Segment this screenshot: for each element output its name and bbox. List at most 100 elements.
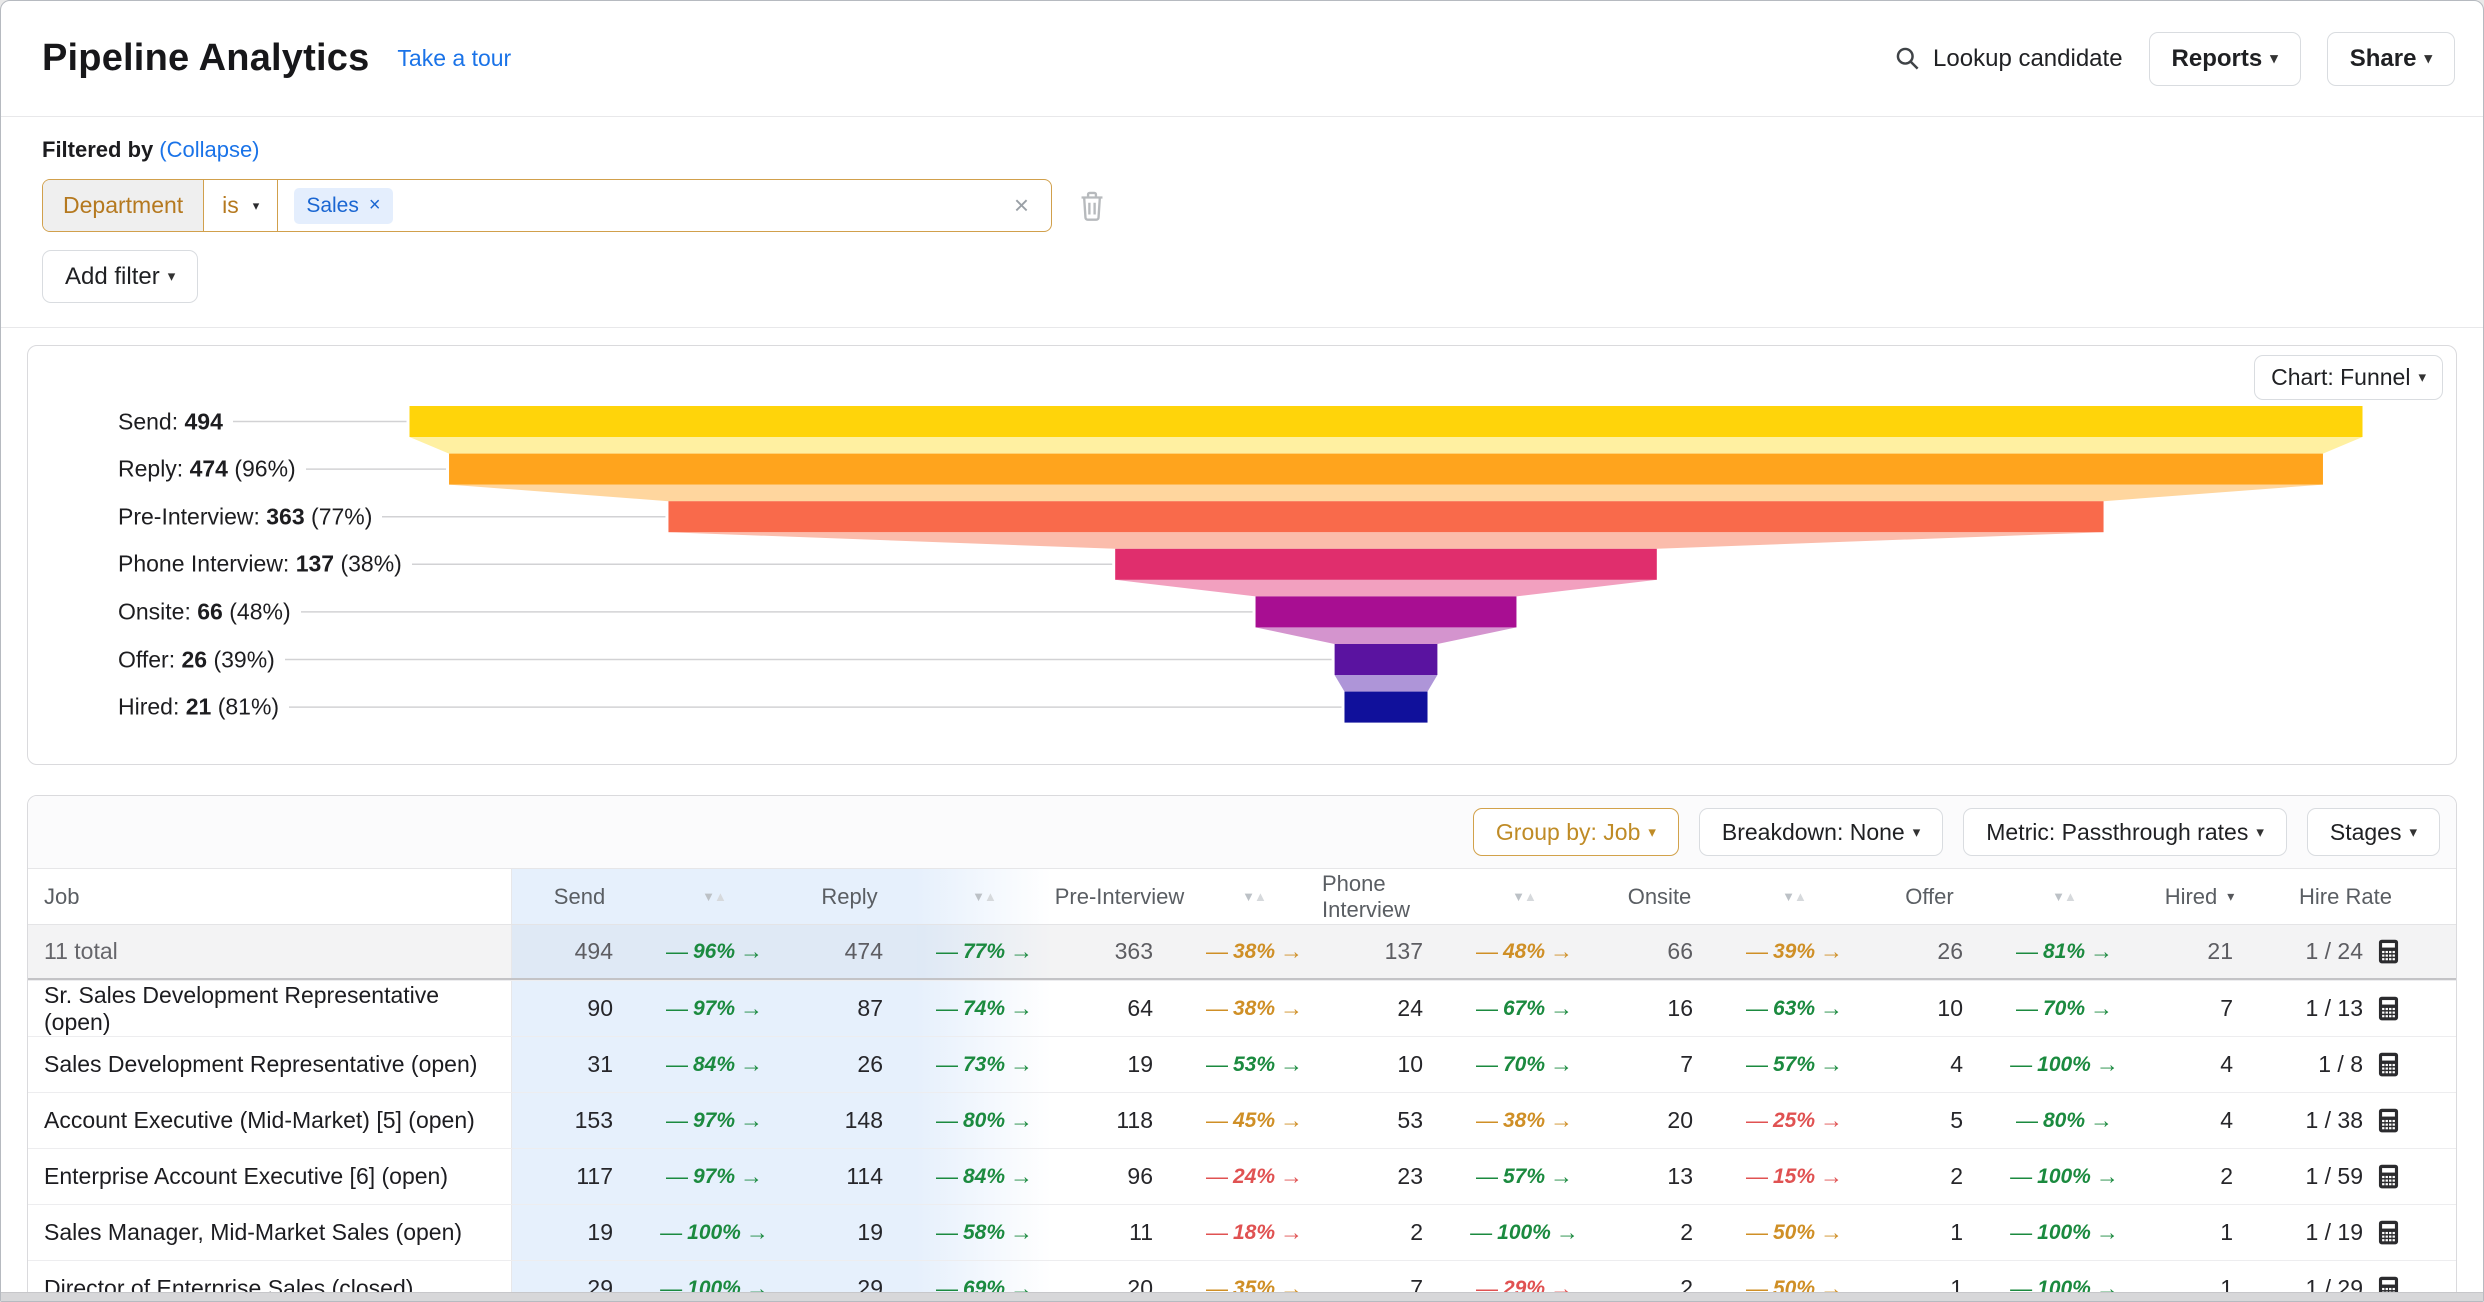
- count-cell: 5: [1862, 1093, 1997, 1148]
- count-cell: 363: [1052, 925, 1187, 978]
- chart-type-label: Chart: Funnel: [2271, 364, 2410, 391]
- dash-icon: —: [1746, 1164, 1768, 1190]
- dash-icon: —: [2016, 996, 2038, 1022]
- funnel-bar: [1335, 644, 1438, 675]
- passthrough-cell: —97%→: [647, 1093, 782, 1148]
- passthrough-cell: —97%→: [647, 981, 782, 1036]
- count-cell: 53: [1322, 1093, 1457, 1148]
- arrow-right-icon: →: [1280, 1219, 1303, 1246]
- count-cell: 118: [1052, 1093, 1187, 1148]
- funnel-connector: [1115, 580, 1657, 597]
- passthrough-cell: —57%→: [1457, 1149, 1592, 1204]
- funnel-bar: [1115, 549, 1657, 580]
- hire-rate-cell: 1 / 24: [2267, 925, 2424, 978]
- arrow-right-icon: →: [740, 938, 763, 965]
- reports-button[interactable]: Reports ▾: [2149, 32, 2301, 86]
- dash-icon: —: [1206, 1220, 1228, 1246]
- sort-icons[interactable]: ▼▲: [1727, 869, 1862, 924]
- filter-value-input[interactable]: Sales × ×: [278, 180, 1051, 231]
- column-header-send[interactable]: Send: [512, 869, 647, 924]
- dash-icon: —: [666, 1052, 688, 1078]
- hire-rate-cell: 1 / 13: [2267, 981, 2424, 1036]
- sort-icons[interactable]: ▼▲: [917, 869, 1052, 924]
- filter-operator-selector[interactable]: is ▾: [204, 180, 278, 231]
- filter-operator-label: is: [222, 192, 239, 219]
- count-cell: 96: [1052, 1149, 1187, 1204]
- delete-filter-button[interactable]: [1076, 189, 1108, 223]
- dash-icon: —: [1476, 996, 1498, 1022]
- count-cell: 117: [512, 1149, 647, 1204]
- passthrough-cell: —63%→: [1727, 981, 1862, 1036]
- job-cell[interactable]: Enterprise Account Executive [6] (open): [28, 1149, 512, 1204]
- column-header-hired[interactable]: Hired▾: [2132, 869, 2267, 924]
- arrow-right-icon: →: [1010, 1051, 1033, 1078]
- dash-icon: —: [936, 939, 958, 965]
- calculator-icon[interactable]: [2375, 1163, 2402, 1190]
- take-a-tour-link[interactable]: Take a tour: [397, 45, 511, 72]
- table-row: Account Executive (Mid-Market) [5] (open…: [28, 1092, 2456, 1148]
- sort-icons[interactable]: ▼▲: [1187, 869, 1322, 924]
- column-header-phone-interview[interactable]: Phone Interview: [1322, 869, 1457, 924]
- collapse-link[interactable]: (Collapse): [159, 137, 259, 162]
- passthrough-cell: —100%→: [1997, 1037, 2132, 1092]
- horizontal-scrollbar[interactable]: [1, 1292, 2483, 1301]
- sort-icons[interactable]: ▼▲: [647, 869, 782, 924]
- column-header-pre-interview[interactable]: Pre-Interview: [1052, 869, 1187, 924]
- sort-icons[interactable]: ▼▲: [1997, 869, 2132, 924]
- calculator-icon[interactable]: [2375, 938, 2402, 965]
- passthrough-cell: —38%→: [1187, 981, 1322, 1036]
- passthrough-cell: —45%→: [1187, 1093, 1322, 1148]
- calculator-icon[interactable]: [2375, 1107, 2402, 1134]
- column-header-offer[interactable]: Offer: [1862, 869, 1997, 924]
- filter-row: Department is ▾ Sales × ×: [42, 179, 2455, 232]
- arrow-right-icon: →: [1550, 1107, 1573, 1134]
- passthrough-cell: —84%→: [647, 1037, 782, 1092]
- calculator-icon[interactable]: [2375, 995, 2402, 1022]
- job-cell[interactable]: Sales Manager, Mid-Market Sales (open): [28, 1205, 512, 1260]
- passthrough-cell: —97%→: [647, 1149, 782, 1204]
- column-header-reply[interactable]: Reply: [782, 869, 917, 924]
- remove-chip-icon[interactable]: ×: [369, 194, 381, 217]
- filter-field-selector[interactable]: Department: [43, 180, 204, 231]
- count-cell: 66: [1592, 925, 1727, 978]
- column-header-onsite[interactable]: Onsite: [1592, 869, 1727, 924]
- dash-icon: —: [936, 1108, 958, 1134]
- arrow-right-icon: →: [1280, 995, 1303, 1022]
- filtered-by-label: Filtered by: [42, 137, 153, 162]
- passthrough-cell: —38%→: [1457, 1093, 1592, 1148]
- arrow-right-icon: →: [1550, 1163, 1573, 1190]
- hire-rate-cell: 1 / 59: [2267, 1149, 2424, 1204]
- add-filter-button[interactable]: Add filter ▾: [42, 250, 198, 303]
- filter-bar: Filtered by(Collapse) Department is ▾ Sa…: [1, 117, 2483, 328]
- lookup-candidate-button[interactable]: Lookup candidate: [1894, 45, 2123, 73]
- arrow-right-icon: →: [1280, 1107, 1303, 1134]
- arrow-right-icon: →: [1010, 1163, 1033, 1190]
- funnel-connector: [1335, 675, 1438, 692]
- passthrough-cell: —18%→: [1187, 1205, 1322, 1260]
- table-total-row: 11 total494 —96%→474 —77%→363 —38%→137 —…: [28, 924, 2456, 980]
- dash-icon: —: [1746, 939, 1768, 965]
- share-button[interactable]: Share ▾: [2327, 32, 2455, 86]
- funnel-bar: [1344, 692, 1427, 723]
- count-cell: 31: [512, 1037, 647, 1092]
- chevron-down-icon: ▾: [1913, 825, 1921, 840]
- control-metric-passthrough-rates[interactable]: Metric: Passthrough rates▾: [1963, 808, 2287, 856]
- column-header-hire-rate[interactable]: Hire Rate: [2267, 869, 2424, 924]
- calculator-icon[interactable]: [2375, 1219, 2402, 1246]
- arrow-right-icon: →: [1820, 1107, 1843, 1134]
- calculator-icon[interactable]: [2375, 1051, 2402, 1078]
- control-group-by-job[interactable]: Group by: Job▾: [1473, 808, 1679, 856]
- sort-icons[interactable]: ▼▲: [1457, 869, 1592, 924]
- funnel-label: Onsite: 66 (48%): [118, 596, 301, 627]
- job-cell[interactable]: Sales Development Representative (open): [28, 1037, 512, 1092]
- control-stages[interactable]: Stages▾: [2307, 808, 2440, 856]
- clear-filter-icon[interactable]: ×: [1014, 190, 1035, 221]
- job-cell[interactable]: Sr. Sales Development Representative (op…: [28, 981, 512, 1036]
- dash-icon: —: [1746, 1108, 1768, 1134]
- job-cell[interactable]: Account Executive (Mid-Market) [5] (open…: [28, 1093, 512, 1148]
- chart-type-selector[interactable]: Chart: Funnel ▾: [2254, 355, 2443, 400]
- column-header-job[interactable]: Job: [28, 869, 512, 924]
- control-breakdown-none[interactable]: Breakdown: None▾: [1699, 808, 1943, 856]
- dash-icon: —: [936, 1164, 958, 1190]
- arrow-right-icon: →: [1280, 1051, 1303, 1078]
